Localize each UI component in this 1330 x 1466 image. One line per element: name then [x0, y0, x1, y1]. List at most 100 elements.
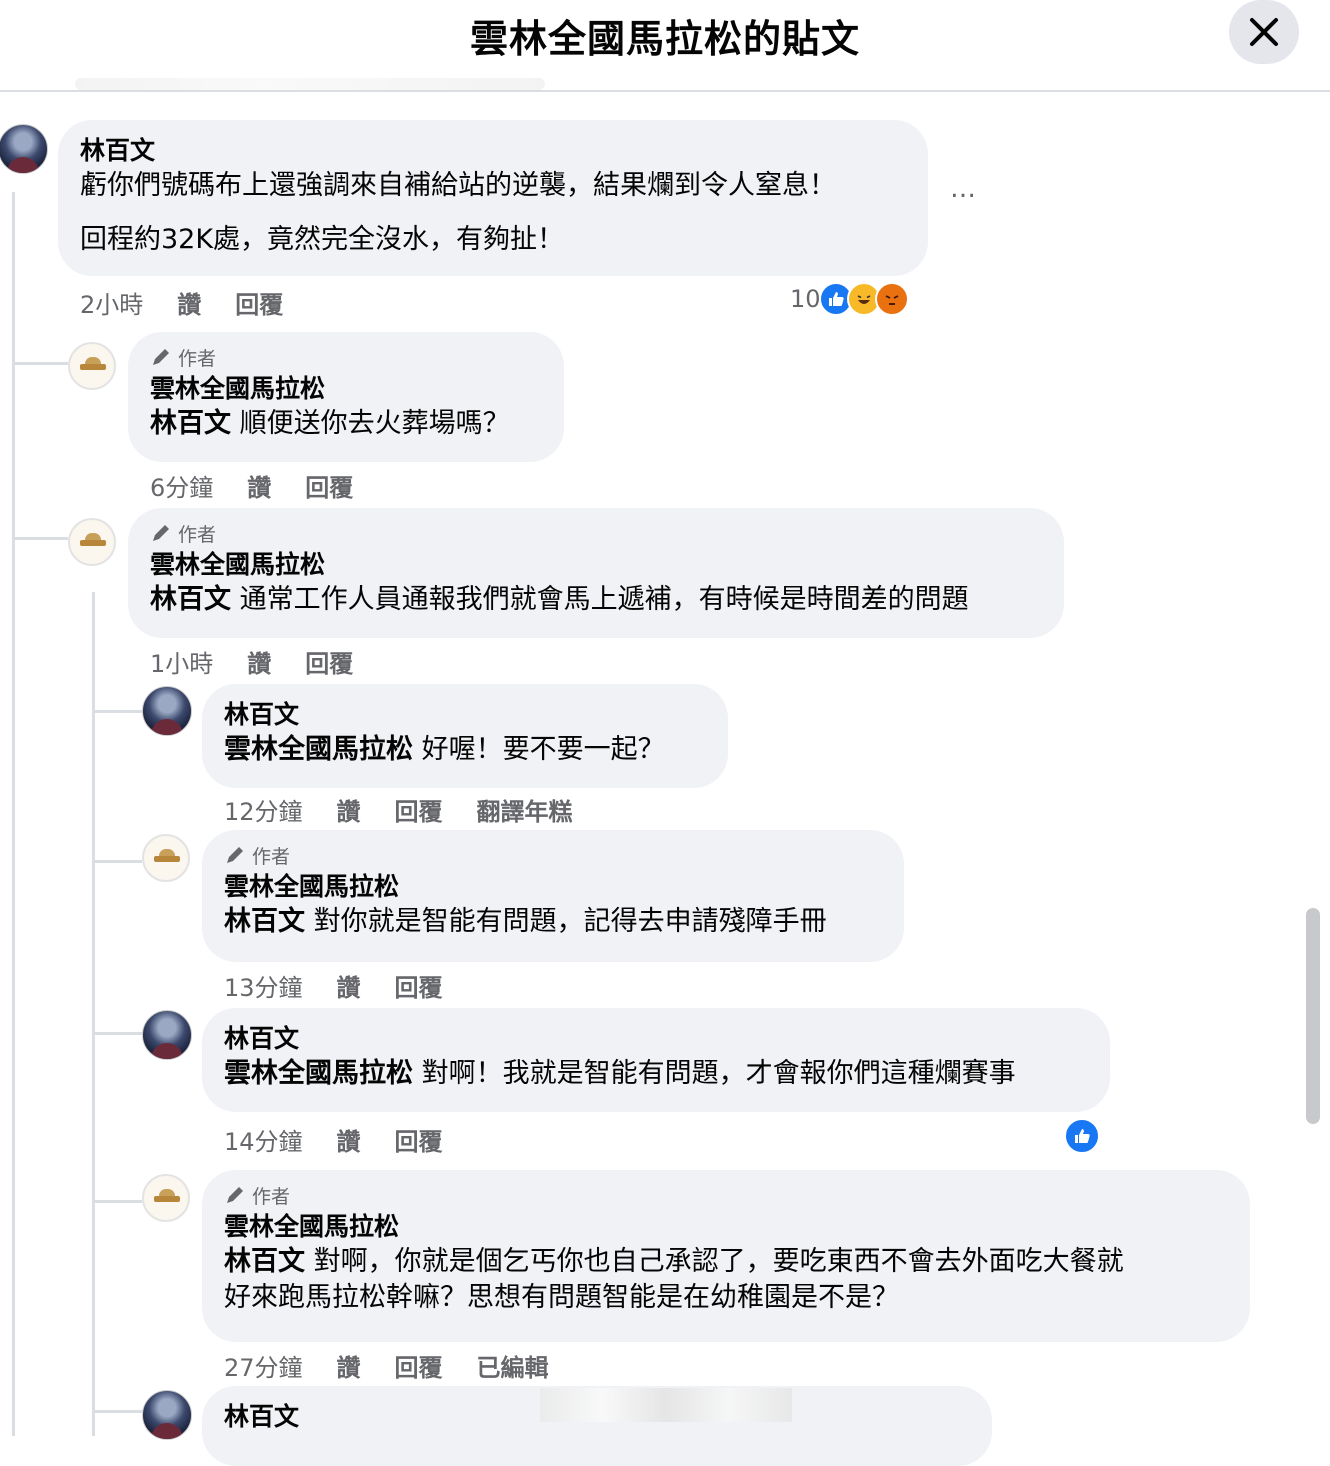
comment-bubble: 林百文 虧你們號碼布上還強調來自補給站的逆襲，結果爛到令人窒息！ 回程約32K處…	[58, 120, 928, 276]
reply-button[interactable]: 回覆	[305, 468, 353, 503]
comment-text: 對啊，你就是個乞丐你也自己承認了，要吃東西不會去外面吃大餐就	[305, 1246, 1124, 1277]
comment-actions: 12分鐘 讚 回覆 翻譯年糕	[224, 792, 573, 827]
scrollbar[interactable]	[1306, 908, 1320, 1124]
comment-author[interactable]: 雲林全國馬拉松	[224, 870, 882, 904]
comment-bubble: 作者 雲林全國馬拉松 林百文 順便送你去火葬場嗎？	[128, 332, 564, 462]
timestamp[interactable]: 14分鐘	[224, 1122, 303, 1157]
mention[interactable]: 林百文	[224, 1246, 305, 1277]
like-button[interactable]: 讚	[177, 285, 201, 320]
thread-connector	[92, 660, 142, 713]
watermark	[540, 1388, 792, 1422]
like-button[interactable]: 讚	[337, 1348, 361, 1383]
avatar[interactable]	[68, 342, 116, 390]
close-button[interactable]	[1229, 0, 1299, 64]
comment-author[interactable]: 林百文	[224, 698, 706, 732]
timestamp[interactable]: 27分鐘	[224, 1348, 303, 1383]
like-button[interactable]: 讚	[247, 644, 271, 679]
comment-bubble: 作者 雲林全國馬拉松 林百文 通常工作人員通報我們就會馬上遞補，有時候是時間差的…	[128, 508, 1064, 638]
comment-text: 虧你們號碼布上還強調來自補給站的逆襲，結果爛到令人窒息！	[80, 170, 836, 201]
more-options-icon[interactable]: …	[950, 174, 978, 204]
comment-author[interactable]: 雲林全國馬拉松	[224, 1210, 1228, 1244]
thread-line	[12, 192, 15, 1436]
angry-icon	[874, 282, 909, 316]
comment-actions: 14分鐘 讚 回覆	[224, 1122, 443, 1157]
like-button[interactable]: 讚	[337, 792, 361, 827]
reaction-summary[interactable]: 10	[790, 282, 909, 316]
reply-button[interactable]: 回覆	[235, 285, 283, 320]
comment-actions: 2小時 讚 回覆	[80, 285, 283, 320]
comment-text: 順便送你去火葬場嗎？	[231, 408, 510, 439]
author-badge-label: 作者	[178, 347, 217, 370]
comment-bubble: 林百文 雲林全國馬拉松 對啊！我就是智能有問題，才會報你們這種爛賽事	[202, 1008, 1110, 1112]
reply-button[interactable]: 回覆	[395, 968, 443, 1003]
thread-connector	[12, 312, 68, 365]
reply-button[interactable]: 回覆	[305, 644, 353, 679]
translate-button[interactable]: 翻譯年糕	[477, 792, 573, 827]
author-badge-label: 作者	[252, 1185, 291, 1208]
avatar[interactable]	[142, 1174, 190, 1222]
mention[interactable]: 林百文	[224, 906, 305, 937]
dialog-title: 雲林全國馬拉松的貼文	[469, 17, 860, 61]
avatar[interactable]	[142, 1010, 192, 1060]
close-icon	[1250, 18, 1278, 46]
comment-text: 對啊！我就是智能有問題，才會報你們這種爛賽事	[413, 1058, 1016, 1089]
comment-actions: 13分鐘 讚 回覆	[224, 968, 443, 1003]
pencil-icon	[153, 349, 169, 365]
comment-actions: 6分鐘 讚 回覆	[150, 468, 353, 503]
like-button[interactable]: 讚	[337, 968, 361, 1003]
previous-comment-fragment	[75, 78, 545, 90]
comment-list: 林百文 虧你們號碼布上還強調來自補給站的逆襲，結果爛到令人窒息！ 回程約32K處…	[0, 92, 1330, 1466]
comment-text: 好喔！要不要一起？	[413, 734, 665, 765]
reply-button[interactable]: 回覆	[395, 792, 443, 827]
avatar[interactable]	[142, 834, 190, 882]
timestamp[interactable]: 12分鐘	[224, 792, 303, 827]
reaction-count: 10	[790, 285, 821, 313]
comment-author[interactable]: 雲林全國馬拉松	[150, 548, 1042, 582]
author-badge: 作者	[224, 1180, 1228, 1210]
author-badge-label: 作者	[178, 523, 217, 546]
author-badge: 作者	[224, 840, 882, 870]
timestamp[interactable]: 6分鐘	[150, 468, 213, 503]
author-badge: 作者	[150, 518, 1042, 548]
dialog-header: 雲林全國馬拉松的貼文	[0, 0, 1330, 92]
avatar[interactable]	[142, 1390, 192, 1440]
thread-connector	[92, 1150, 142, 1203]
comment-author[interactable]: 林百文	[80, 134, 906, 168]
timestamp[interactable]: 2小時	[80, 285, 143, 320]
thread-connector	[92, 982, 142, 1035]
like-button[interactable]: 讚	[337, 1122, 361, 1157]
mention[interactable]: 林百文	[150, 408, 231, 439]
mention[interactable]: 雲林全國馬拉松	[224, 1058, 413, 1089]
timestamp[interactable]: 13分鐘	[224, 968, 303, 1003]
thread-connector	[12, 487, 68, 540]
thread-connector	[92, 810, 142, 863]
like-icon[interactable]	[1064, 1118, 1100, 1154]
mention[interactable]: 雲林全國馬拉松	[224, 734, 413, 765]
comment-bubble: 作者 雲林全國馬拉松 林百文 對你就是智能有問題，記得去申請殘障手冊	[202, 830, 904, 962]
reply-button[interactable]: 回覆	[395, 1122, 443, 1157]
avatar[interactable]	[142, 686, 192, 736]
avatar[interactable]	[68, 518, 116, 566]
comment-text: 好來跑馬拉松幹嘛？思想有問題智能是在幼稚園是不是？	[224, 1282, 899, 1313]
comment-bubble: 林百文 雲林全國馬拉松 好喔！要不要一起？	[202, 684, 728, 788]
comment-text: 通常工作人員通報我們就會馬上遞補，有時候是時間差的問題	[231, 584, 969, 615]
author-badge-label: 作者	[252, 845, 291, 868]
pencil-icon	[227, 847, 243, 863]
author-badge: 作者	[150, 342, 542, 372]
pencil-icon	[227, 1187, 243, 1203]
edited-label[interactable]: 已編輯	[477, 1348, 549, 1383]
comment-actions: 1小時 讚 回覆	[150, 644, 353, 679]
reply-button[interactable]: 回覆	[395, 1348, 443, 1383]
mention[interactable]: 林百文	[150, 584, 231, 615]
timestamp[interactable]: 1小時	[150, 644, 213, 679]
comment-author[interactable]: 雲林全國馬拉松	[150, 372, 542, 406]
comment-text: 對你就是智能有問題，記得去申請殘障手冊	[305, 906, 827, 937]
pencil-icon	[153, 525, 169, 541]
comment-author[interactable]: 林百文	[224, 1022, 1088, 1056]
comment-text: 回程約32K處，竟然完全沒水，有夠扯！	[80, 224, 565, 255]
comment-actions: 27分鐘 讚 回覆 已編輯	[224, 1348, 549, 1383]
avatar[interactable]	[0, 124, 48, 174]
comment-bubble: 作者 雲林全國馬拉松 林百文 對啊，你就是個乞丐你也自己承認了，要吃東西不會去外…	[202, 1170, 1250, 1342]
thread-connector	[92, 1360, 142, 1413]
like-button[interactable]: 讚	[247, 468, 271, 503]
